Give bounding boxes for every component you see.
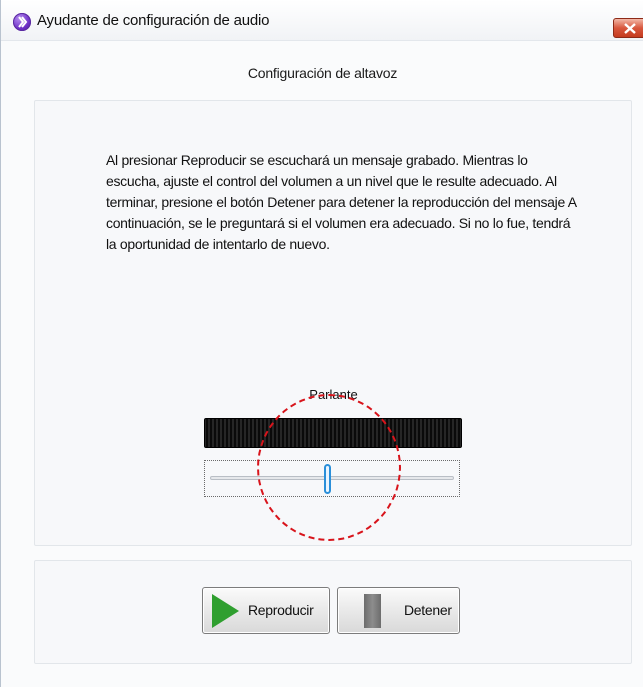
volume-level-meter <box>204 418 462 448</box>
play-button[interactable]: Reproducir <box>202 587 330 634</box>
button-panel <box>34 560 632 664</box>
title-bar[interactable]: Ayudante de configuración de audio <box>1 0 643 41</box>
play-button-label: Reproducir <box>248 602 314 618</box>
volume-slider[interactable] <box>204 460 460 497</box>
instructions-text: Al presionar Reproducir se escuchará un … <box>106 152 577 252</box>
stop-icon <box>364 594 381 628</box>
window-title: Ayudante de configuración de audio <box>37 12 270 29</box>
stop-button[interactable]: Detener <box>337 587 460 634</box>
audio-setup-wizard-window: Ayudante de configuración de audio Confi… <box>0 0 643 687</box>
play-icon <box>212 594 239 628</box>
stop-button-label: Detener <box>404 602 452 618</box>
page-title: Configuración de altavoz <box>247 65 398 81</box>
speaker-label: Parlante <box>309 387 358 402</box>
close-button[interactable] <box>613 18 643 38</box>
app-logo-icon <box>13 13 31 31</box>
volume-slider-track[interactable] <box>210 476 454 480</box>
close-icon <box>624 23 636 34</box>
volume-slider-thumb[interactable] <box>323 464 331 494</box>
